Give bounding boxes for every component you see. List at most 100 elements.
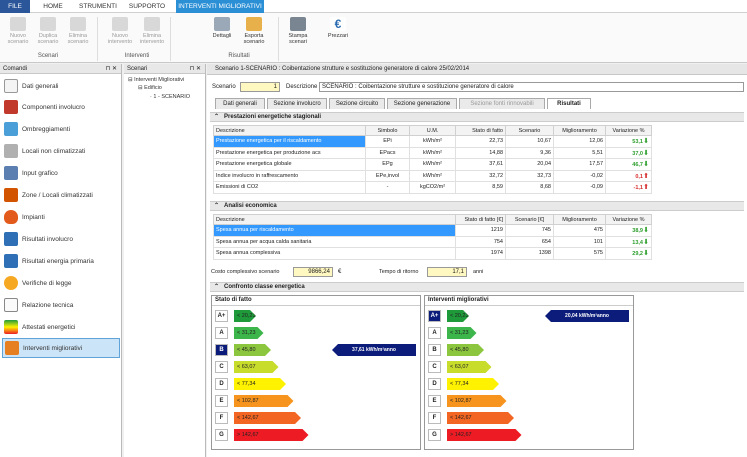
table-cell: 37,0 ⬇	[605, 146, 652, 159]
table-row[interactable]: Indice involucro in raffrescamento EPe,in…	[213, 169, 652, 182]
tab-file[interactable]: FILE	[0, 0, 30, 13]
table-row[interactable]: Prestazione energetica globale EPg kWh/m² 3…	[213, 158, 652, 171]
comandi-item-verifiche-di-legge[interactable]: Verifiche di legge	[2, 273, 120, 293]
comandi-item-relazione-tecnica[interactable]: Relazione tecnica	[2, 295, 120, 315]
box-title: Interventi migliorativi	[425, 296, 633, 306]
scenari-panel: Scenari ⊓ ✕ ⊟ Interventi Migliorativi ⊟ E…	[124, 64, 206, 457]
section-prestazioni-header[interactable]: ⌃ Prestazioni energetiche stagionali	[210, 112, 744, 122]
calculator-icon	[4, 254, 18, 268]
costo-input[interactable]: 9866,24	[293, 267, 333, 277]
column-header: Miglioramento	[553, 125, 606, 136]
comandi-item-risultati-energia-primaria[interactable]: Risultati energia primaria	[2, 251, 120, 271]
table-row[interactable]: Spesa annua per acqua calda sanitaria 754…	[213, 235, 652, 248]
menu-bar: FILE HOME STRUMENTI SUPPORTO INTERVENTI …	[0, 0, 747, 13]
table-row[interactable]: Prestazione energetica per il riscaldame…	[213, 135, 652, 148]
column-header: Scenario [€]	[505, 214, 554, 225]
table-cell: 53,1 ⬇	[605, 135, 652, 148]
tree-scenario[interactable]: · 1 - SCENARIO	[150, 94, 190, 100]
table-cell: 8,59	[455, 181, 506, 194]
table-cell: 38,9 ⬇	[605, 224, 652, 237]
table-row[interactable]: Spesa annua complessiva 1974 1398 575 29,2 ⬇	[213, 247, 652, 260]
tab-risultati[interactable]: Risultati	[547, 98, 591, 109]
energy-class-letter: F	[428, 412, 441, 424]
esporta-scenario-button[interactable]: Esporta scenario	[240, 17, 268, 45]
components-icon	[4, 100, 18, 114]
table-cell: EPe,invol	[365, 169, 410, 182]
comandi-item-interventi-migliorativi[interactable]: Interventi migliorativi	[2, 338, 120, 358]
stato-di-fatto-box: Stato di fatto A+ < 20,23 A < 31,23 B < 45,80…	[211, 295, 421, 450]
table-cell: 575	[553, 247, 606, 260]
comandi-item-input-grafico[interactable]: Input grafico	[2, 163, 120, 183]
tab-sezione-circuito[interactable]: Sezione circuito	[329, 98, 385, 109]
document-icon	[4, 79, 18, 93]
duplica-scenario-button[interactable]: Duplica scenario	[34, 17, 62, 45]
stampa-scenari-button[interactable]: Stampa scenari	[284, 17, 312, 45]
table-cell: 101	[553, 235, 606, 248]
ritorno-input[interactable]: 17,1	[427, 267, 467, 277]
energy-class-bar: < 142,67	[447, 412, 514, 424]
collapse-icon: ⌃	[214, 114, 220, 120]
scenario-number-input[interactable]: 1	[240, 82, 280, 92]
arrow-down-icon: ⬇	[643, 149, 649, 157]
nuovo-scenario-button[interactable]: Nuovo scenario	[4, 17, 32, 45]
variazione-value: 38,9	[632, 228, 643, 235]
flame-icon	[4, 210, 18, 224]
table-cell: 654	[505, 235, 554, 248]
tree-edificio[interactable]: ⊟ Edificio	[138, 85, 162, 91]
tab-supporto[interactable]: SUPPORTO	[127, 0, 167, 13]
energy-class-letter: C	[428, 361, 441, 373]
tree-root[interactable]: ⊟ Interventi Migliorativi	[128, 77, 184, 83]
table-cell: 12,06	[553, 135, 606, 148]
table-row[interactable]: Prestazione energetica per produzione ac…	[213, 146, 652, 159]
dettagli-button[interactable]: Dettagli	[208, 17, 236, 39]
table-cell: 1219	[455, 224, 506, 237]
interventi-migliorativi-box: Interventi migliorativi A+ < 20,23 20,04 k…	[424, 295, 634, 450]
print-icon	[290, 17, 306, 31]
energy-class-letter: D	[428, 378, 441, 390]
elimina-intervento-button[interactable]: Elimina intervento	[138, 17, 166, 45]
room-icon	[4, 144, 18, 158]
arrow-down-icon: ⬇	[643, 138, 649, 146]
collapse-icon: ⌃	[214, 284, 220, 290]
table-cell: 32,72	[455, 169, 506, 182]
energy-class-bar: < 102,87	[234, 395, 294, 407]
comandi-item-locali-non-climatizzati[interactable]: Locali non climatizzati	[2, 141, 120, 161]
descrizione-input[interactable]: SCENARIO : Coibentazione strutture e sos…	[319, 82, 744, 92]
table-row[interactable]: Emissioni di CO2- kgCO2/m² 8,59 8,68 -0,09 -1…	[213, 181, 652, 194]
comandi-item-componenti-involucro[interactable]: Componenti involucro	[2, 97, 120, 117]
section-confronto-header[interactable]: ⌃ Confronto classe energetica	[210, 282, 744, 292]
table-cell: kWh/m²	[409, 146, 456, 159]
arrow-down-icon: ⬇	[643, 227, 649, 235]
comandi-item-risultati-involucro[interactable]: Risultati involucro	[2, 229, 120, 249]
report-icon	[4, 298, 18, 312]
comandi-item-attestati-energetici[interactable]: Attestati energetici	[2, 317, 120, 337]
variazione-value: 29,2	[632, 251, 643, 258]
collapse-icon: ⌃	[214, 203, 220, 209]
prezzari-button[interactable]: € Prezzari	[324, 17, 352, 39]
tab-sezione-involucro[interactable]: Sezione involucro	[267, 98, 327, 109]
tab-dati-generali[interactable]: Dati generali	[215, 98, 265, 109]
variazione-value: 0,1	[635, 173, 643, 180]
tab-strumenti[interactable]: STRUMENTI	[78, 0, 118, 13]
new-intervention-icon	[112, 17, 128, 31]
comandi-item-impianti[interactable]: Impianti	[2, 207, 120, 227]
tab-home[interactable]: HOME	[38, 0, 68, 13]
nuovo-intervento-button[interactable]: Nuovo intervento	[106, 17, 134, 45]
table-row[interactable]: Spesa annua per riscaldamento 1219 745 475 3…	[213, 224, 652, 237]
tab-sezione-fonti-rinnovabili[interactable]: Sezione fonti rinnovabili	[459, 98, 545, 109]
table-cell: 9,36	[505, 146, 554, 159]
table-cell: kWh/m²	[409, 135, 456, 148]
panel-controls[interactable]: ⊓ ✕	[106, 64, 117, 74]
comandi-item-ombreggiamenti[interactable]: Ombreggiamenti	[2, 119, 120, 139]
tab-sezione-generazione[interactable]: Sezione generazione	[387, 98, 457, 109]
elimina-scenario-button[interactable]: Elimina scenario	[64, 17, 92, 45]
panel-controls[interactable]: ⊓ ✕	[190, 64, 201, 74]
column-header: Variazione %	[605, 125, 652, 136]
section-analisi-header[interactable]: ⌃ Analisi economica	[210, 201, 744, 211]
comandi-header: Comandi ⊓ ✕	[0, 64, 121, 74]
comandi-item-zone-locali-climatizzati[interactable]: Zone / Locali climatizzati	[2, 185, 120, 205]
energy-class-letter: A+	[428, 310, 441, 322]
comandi-item-dati-generali[interactable]: Dati generali	[2, 76, 120, 96]
energy-pointer: 37,61 kWh/m²anno	[332, 344, 416, 356]
tab-interventi-migliorativi[interactable]: INTERVENTI MIGLIORATIVI	[176, 0, 264, 13]
